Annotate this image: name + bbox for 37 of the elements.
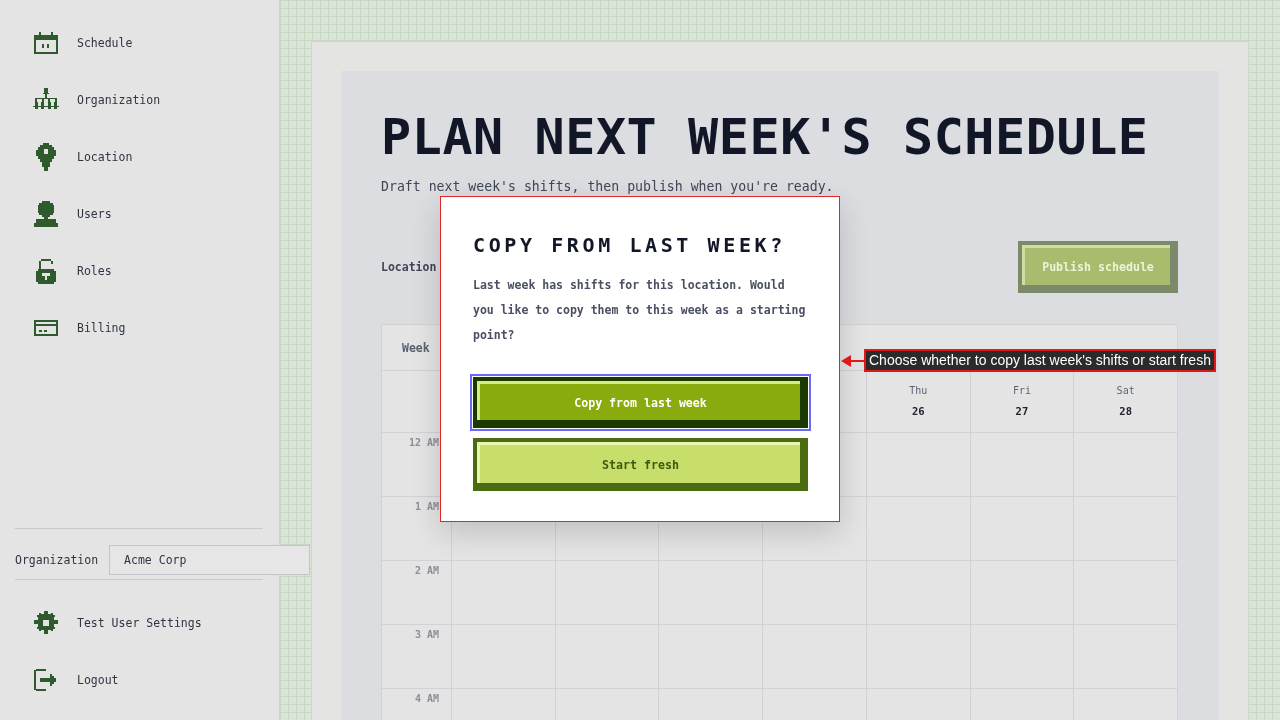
sidebar-item[interactable]: Logout: [0, 651, 279, 708]
day-name: Fri: [1012, 384, 1031, 398]
user-icon: [34, 200, 58, 227]
sidebar-item[interactable]: Billing: [0, 299, 279, 356]
card-icon: [34, 319, 58, 336]
organization-label: Organization: [15, 553, 99, 567]
day-date: 28: [1119, 404, 1132, 419]
sidebar-item[interactable]: Organization: [0, 71, 279, 128]
padlock-icon: [36, 257, 56, 284]
organization-field[interactable]: Acme Corp: [109, 545, 311, 575]
day-name: Sat: [1116, 384, 1135, 398]
gear-icon: [34, 610, 58, 635]
left-arrow-icon: [841, 354, 864, 367]
sidebar-item[interactable]: Test User Settings: [0, 594, 279, 651]
location-label: Location: [381, 260, 437, 274]
day-date: 26: [911, 404, 925, 419]
sidebar-item[interactable]: Roles: [0, 242, 279, 299]
page-subtitle: Draft next week's shifts, then publish when you're ready.: [381, 178, 835, 196]
hour-label: 2 AM: [414, 565, 439, 576]
day-date: 27: [1015, 404, 1029, 419]
sidebar-item[interactable]: Schedule: [0, 14, 279, 71]
tooltip: Choose whether to copy last week's shifts or start fresh: [864, 349, 1216, 372]
dialog-message: Last week has shifts for this location. Would you like to copy them to this week as a starting point?: [473, 276, 807, 344]
logout-icon: [34, 668, 58, 691]
sidebar-item[interactable]: Location: [0, 128, 279, 185]
hour-label: 1 AM: [414, 501, 439, 512]
start-fresh-button[interactable]: Start fresh: [473, 438, 808, 491]
sidebar-item[interactable]: Users: [0, 185, 279, 242]
page-title: PLAN NEXT WEEK'S SCHEDULE: [381, 112, 1150, 162]
dialog-title: COPY FROM LAST WEEK?: [473, 233, 787, 257]
hour-label: 4 AM: [414, 693, 439, 704]
hour-label: 3 AM: [414, 629, 439, 640]
map-pin-icon: [36, 142, 56, 171]
week-header: Week: [402, 340, 430, 355]
hour-label: 12 AM: [408, 437, 439, 448]
calendar-icon: [34, 31, 58, 54]
day-name: Thu: [909, 384, 928, 398]
